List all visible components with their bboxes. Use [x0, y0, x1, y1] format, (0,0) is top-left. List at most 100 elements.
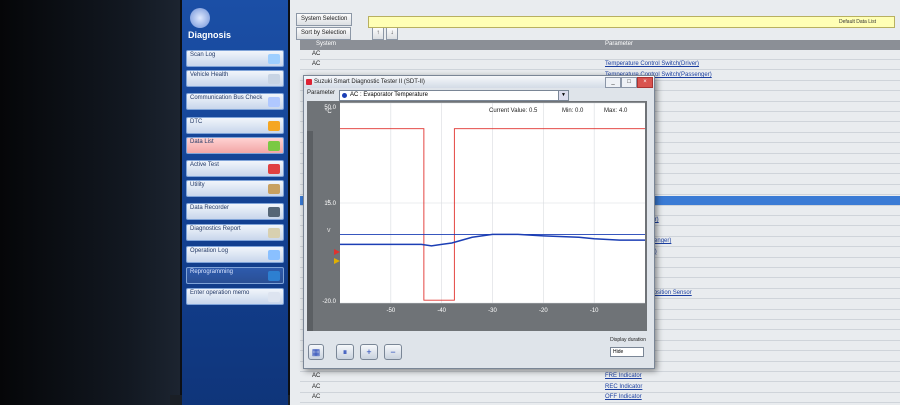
row-parameter[interactable]: REC Indicator: [605, 384, 642, 390]
x-tick-label: -40: [437, 308, 446, 314]
sidebar-item-utility[interactable]: Utility: [186, 180, 284, 197]
chart-controls: ▦ ⏸ + − Display duration Hide: [304, 334, 654, 366]
stethoscope-icon: [268, 74, 280, 84]
display-duration-select[interactable]: Hide: [610, 347, 644, 357]
checklist-icon: [268, 164, 280, 174]
parameter-select-value: AC : Evaporator Temperature: [350, 92, 428, 98]
sidebar-item-diagnostics-report[interactable]: Diagnostics Report: [186, 224, 284, 241]
row-system: AC: [312, 383, 321, 390]
sidebar-item-label: Enter operation memo: [190, 290, 250, 296]
sidebar-item-dtc[interactable]: DTC: [186, 117, 284, 134]
sidebar-item-vehicle-health[interactable]: Vehicle Health: [186, 70, 284, 87]
sidebar-item-label: DTC: [190, 119, 203, 125]
y-tick-label: -20.0: [322, 299, 336, 305]
table-view-icon[interactable]: ▦: [308, 344, 324, 360]
zoom-in-icon[interactable]: +: [360, 344, 378, 360]
row-system: AC: [312, 61, 321, 68]
max-value: 4.0: [619, 108, 628, 114]
table-row[interactable]: AC FRE Indicator: [300, 372, 900, 383]
parameter-label: Parameter: [307, 90, 336, 96]
sidebar-item-label: Utility: [190, 182, 205, 188]
monitor-bezel: [0, 0, 180, 405]
sidebar-item-label: Operation Log: [190, 248, 229, 254]
display-duration-label: Display duration: [610, 337, 646, 343]
sidebar-item-enter-operation-memo[interactable]: Enter operation memo: [186, 288, 284, 305]
table-row[interactable]: AC OFF Indicator: [300, 393, 900, 404]
log-icon: [268, 250, 280, 260]
magnifier-icon: [268, 54, 280, 64]
sidebar-item-operation-log[interactable]: Operation Log: [186, 246, 284, 263]
sidebar-item-data-list[interactable]: Data List: [186, 137, 284, 154]
chart-frame: -50 -40 -30 -20 -10 50.0 15.0 -20.0 ^ v Current…: [307, 101, 647, 331]
sidebar-item-scan-log[interactable]: Scan Log: [186, 50, 284, 67]
recorder-icon: [268, 207, 280, 217]
maximize-button[interactable]: □: [621, 77, 637, 88]
parameter-select[interactable]: AC : Evaporator Temperature ▼: [339, 90, 569, 101]
unit-label: °C: [325, 109, 332, 115]
zoom-out-icon[interactable]: −: [384, 344, 402, 360]
sidebar-item-active-test[interactable]: Active Test: [186, 160, 284, 177]
max-label: Max:: [604, 108, 618, 114]
sidebar-item-label: Data Recorder: [190, 205, 230, 211]
row-parameter[interactable]: Temperature Control Switch(Driver): [605, 61, 699, 67]
sidebar-item-label: Active Test: [190, 162, 219, 168]
app-icon: [306, 79, 312, 85]
window-titlebar[interactable]: Suzuki Smart Diagnostic Tester II (SDT-I…: [304, 76, 654, 88]
bus-check-icon: [268, 97, 280, 107]
min-value: 0.0: [575, 108, 584, 114]
min-label: Min:: [562, 108, 574, 114]
system-selection-button[interactable]: System Selection: [296, 13, 353, 26]
minimize-button[interactable]: _: [605, 77, 621, 88]
table-row[interactable]: AC REC Indicator: [300, 383, 900, 393]
sidebar-item-label: Diagnostics Report: [190, 226, 241, 232]
row-parameter[interactable]: FRE Indicator: [605, 373, 642, 379]
row-system: AC: [312, 394, 321, 401]
x-tick-label: -30: [488, 308, 497, 314]
app-logo-icon: [190, 8, 210, 28]
yellow-marker-icon: [334, 258, 340, 264]
current-value: 0.5: [529, 108, 538, 114]
table-row[interactable]: AC Temperature Control Switch(Driver): [300, 60, 900, 71]
sidebar-item-label: Vehicle Health: [190, 72, 229, 78]
row-system: AC: [312, 51, 321, 57]
reprogram-icon: [268, 271, 280, 281]
series-dot-icon: [342, 93, 347, 98]
pause-button[interactable]: ⏸: [336, 344, 354, 360]
report-icon: [268, 228, 280, 238]
header-system: System: [316, 41, 337, 47]
chart: -50 -40 -30 -20 -1050.015.0-20.0 ^ v: [322, 102, 645, 314]
close-button[interactable]: ×: [637, 77, 653, 88]
default-data-list-label: Default Data List: [839, 19, 876, 25]
chevron-down-icon[interactable]: ▼: [558, 91, 568, 100]
row-parameter[interactable]: OFF Indicator: [605, 394, 642, 400]
sidebar-item-reprogramming[interactable]: Reprogramming: [186, 267, 284, 284]
x-tick-label: -20: [539, 308, 548, 314]
engine-icon: [268, 121, 280, 131]
row-system: AC: [312, 373, 321, 380]
x-tick-label: -10: [590, 308, 599, 314]
red-marker-icon: [334, 249, 340, 255]
sort-by-selection-button[interactable]: Sort by Selection: [296, 27, 352, 40]
memo-icon: [268, 292, 280, 302]
current-value-label: Current Value:: [489, 108, 528, 114]
sidebar-title: Diagnosis: [188, 30, 232, 40]
window-title: Suzuki Smart Diagnostic Tester II (SDT-I…: [314, 79, 425, 85]
sidebar-item-label: Scan Log: [190, 52, 216, 58]
header-parameter: Parameter: [605, 41, 634, 47]
download-icon[interactable]: ↓: [386, 27, 398, 40]
scroll-down-icon[interactable]: v: [327, 227, 331, 234]
sidebar-item-label: Reprogramming: [190, 269, 234, 275]
info-icon[interactable]: ↑: [372, 27, 384, 40]
default-data-list-bar: Default Data List: [368, 16, 895, 28]
table-row[interactable]: AC: [300, 50, 900, 60]
sidebar-item-label: Communication Bus Check: [190, 95, 263, 101]
sidebar-item-label: Data List: [190, 139, 214, 145]
x-tick-label: -50: [386, 308, 395, 314]
display-duration-value: Hide: [613, 349, 624, 355]
grid-header: System Parameter: [300, 40, 900, 50]
sidebar: Diagnosis Scan Log Vehicle Health Communic…: [182, 0, 288, 405]
graph-window: Suzuki Smart Diagnostic Tester II (SDT-I…: [303, 75, 655, 369]
tools-icon: [268, 184, 280, 194]
sidebar-item-data-recorder[interactable]: Data Recorder: [186, 203, 284, 220]
sidebar-item-communication-bus-check[interactable]: Communication Bus Check: [186, 93, 284, 110]
